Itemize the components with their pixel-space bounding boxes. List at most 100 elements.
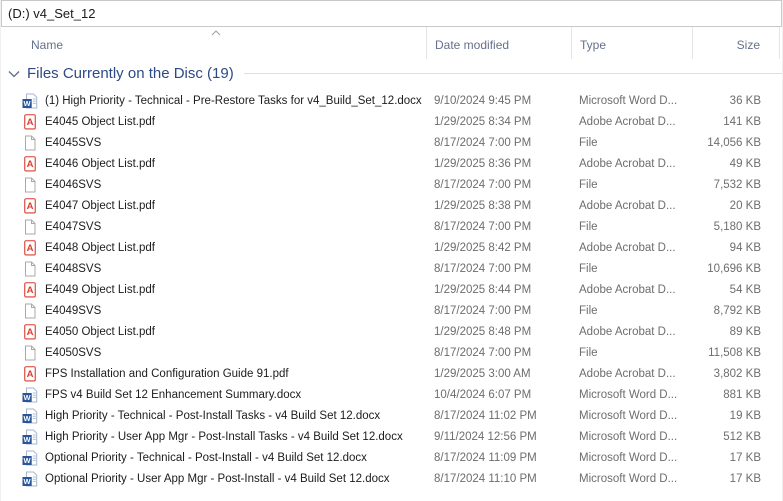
file-size: 17 KB bbox=[729, 451, 761, 464]
word-icon-letter: W bbox=[24, 414, 32, 423]
file-date-modified: 8/17/2024 11:09 PM bbox=[434, 451, 537, 464]
file-name-cell: W A Optional Priority - User App Mgr - P… bbox=[1, 471, 426, 487]
location-bar[interactable]: (D:) v4_Set_12 bbox=[1, 0, 782, 27]
file-row[interactable]: W A High Priority - Technical - Post-Ins… bbox=[1, 405, 782, 426]
file-row[interactable]: W A E4046SVS 8/17/2024 7:00 PM File 7,53… bbox=[1, 174, 782, 195]
file-type: Adobe Acrobat D... bbox=[579, 283, 676, 296]
word-icon-letter: W bbox=[24, 99, 32, 108]
file-size: 11,508 KB bbox=[708, 346, 761, 359]
column-header-size[interactable]: Size bbox=[692, 27, 780, 59]
file-name-cell: W A Optional Priority - Technical - Post… bbox=[1, 450, 426, 466]
file-date-modified: 10/4/2024 6:07 PM bbox=[434, 388, 532, 401]
acrobat-icon-letter: A bbox=[27, 117, 34, 128]
adobe-acrobat-icon: A bbox=[22, 281, 38, 298]
file-row[interactable]: W A E4049SVS 8/17/2024 7:00 PM File 8,79… bbox=[1, 300, 782, 321]
file-name: E4045 Object List.pdf bbox=[45, 115, 155, 128]
file-name-cell: W A E4046SVS bbox=[1, 177, 426, 193]
column-header-date-modified[interactable]: Date modified bbox=[426, 27, 571, 59]
acrobat-icon-letter: A bbox=[27, 327, 34, 338]
acrobat-icon-letter: A bbox=[27, 243, 34, 254]
file-size: 14,056 KB bbox=[707, 136, 761, 149]
file-row[interactable]: W A E4048 Object List.pdf 1/29/2025 8:42… bbox=[1, 237, 782, 258]
column-header-type[interactable]: Type bbox=[571, 27, 692, 59]
file-type: Adobe Acrobat D... bbox=[579, 157, 676, 170]
file-type: Adobe Acrobat D... bbox=[579, 367, 676, 380]
file-name-cell: W A E4048 Object List.pdf bbox=[1, 239, 426, 256]
file-size: 94 KB bbox=[729, 241, 761, 254]
file-type: Adobe Acrobat D... bbox=[579, 241, 676, 254]
file-name: High Priority - Technical - Post-Install… bbox=[45, 409, 381, 422]
file-date-modified: 1/29/2025 8:44 PM bbox=[434, 283, 532, 296]
chevron-down-icon[interactable] bbox=[8, 70, 20, 78]
sort-ascending-icon bbox=[211, 30, 221, 36]
file-date-modified: 1/29/2025 8:34 PM bbox=[434, 115, 532, 128]
column-header-type-label: Type bbox=[580, 38, 607, 52]
adobe-acrobat-icon: A bbox=[22, 365, 38, 382]
file-row[interactable]: W A E4047SVS 8/17/2024 7:00 PM File 5,18… bbox=[1, 216, 782, 237]
file-row[interactable]: W A Optional Priority - Technical - Post… bbox=[1, 447, 782, 468]
file-size: 141 KB bbox=[723, 115, 761, 128]
file-date-modified: 8/17/2024 7:00 PM bbox=[434, 304, 532, 317]
location-text: (D:) v4_Set_12 bbox=[8, 6, 96, 21]
word-icon-letter: W bbox=[24, 435, 32, 444]
word-document-icon: W bbox=[22, 93, 38, 109]
file-name-cell: W A E4049 Object List.pdf bbox=[1, 281, 426, 298]
adobe-acrobat-icon: A bbox=[22, 155, 38, 172]
file-row[interactable]: W A E4045SVS 8/17/2024 7:00 PM File 14,0… bbox=[1, 132, 782, 153]
file-type: File bbox=[579, 136, 598, 149]
file-name: FPS Installation and Configuration Guide… bbox=[45, 367, 289, 380]
file-name-cell: W A E4047SVS bbox=[1, 219, 426, 235]
file-name: E4049SVS bbox=[45, 304, 102, 317]
adobe-acrobat-icon: A bbox=[22, 323, 38, 340]
file-name: E4047 Object List.pdf bbox=[45, 199, 155, 212]
file-name-cell: W A E4045 Object List.pdf bbox=[1, 113, 426, 130]
file-row[interactable]: W A FPS Installation and Configuration G… bbox=[1, 363, 782, 384]
file-size: 20 KB bbox=[729, 199, 761, 212]
file-name-cell: W A E4046 Object List.pdf bbox=[1, 155, 426, 172]
file-type: File bbox=[579, 178, 598, 191]
file-date-modified: 9/11/2024 12:56 PM bbox=[434, 430, 537, 443]
column-header-row: Name Date modified Type Size bbox=[1, 27, 782, 59]
file-size: 881 KB bbox=[723, 388, 761, 401]
file-type: File bbox=[579, 220, 598, 233]
file-row[interactable]: W A E4049 Object List.pdf 1/29/2025 8:44… bbox=[1, 279, 782, 300]
file-type: Microsoft Word D... bbox=[579, 430, 678, 443]
file-name: E4046SVS bbox=[45, 178, 102, 191]
file-type: Microsoft Word D... bbox=[579, 388, 678, 401]
file-row[interactable]: W A E4047 Object List.pdf 1/29/2025 8:38… bbox=[1, 195, 782, 216]
file-date-modified: 9/10/2024 9:45 PM bbox=[434, 94, 532, 107]
file-size: 36 KB bbox=[729, 94, 761, 107]
file-date-modified: 8/17/2024 7:00 PM bbox=[434, 136, 532, 149]
file-name-cell: W A FPS v4 Build Set 12 Enhancement Summ… bbox=[1, 387, 426, 403]
file-type: Adobe Acrobat D... bbox=[579, 199, 676, 212]
file-row[interactable]: W A E4045 Object List.pdf 1/29/2025 8:34… bbox=[1, 111, 782, 132]
file-row[interactable]: W A (1) High Priority - Technical - Pre-… bbox=[1, 90, 782, 111]
file-row[interactable]: W A E4050 Object List.pdf 1/29/2025 8:48… bbox=[1, 321, 782, 342]
generic-file-icon bbox=[22, 135, 38, 151]
file-row[interactable]: W A High Priority - User App Mgr - Post-… bbox=[1, 426, 782, 447]
file-row[interactable]: W A Optional Priority - User App Mgr - P… bbox=[1, 468, 782, 489]
adobe-acrobat-icon: A bbox=[22, 239, 38, 256]
file-row[interactable]: W A E4046 Object List.pdf 1/29/2025 8:36… bbox=[1, 153, 782, 174]
file-row[interactable]: W A E4048SVS 8/17/2024 7:00 PM File 10,6… bbox=[1, 258, 782, 279]
acrobat-icon-letter: A bbox=[27, 369, 34, 380]
file-row[interactable]: W A FPS v4 Build Set 12 Enhancement Summ… bbox=[1, 384, 782, 405]
file-row[interactable]: W A E4050SVS 8/17/2024 7:00 PM File 11,5… bbox=[1, 342, 782, 363]
file-size: 512 KB bbox=[723, 430, 761, 443]
file-size: 5,180 KB bbox=[713, 220, 761, 233]
word-icon-letter: W bbox=[24, 477, 32, 486]
group-label: Files Currently on the Disc (19) bbox=[27, 64, 234, 82]
file-type: Microsoft Word D... bbox=[579, 94, 678, 107]
file-date-modified: 8/17/2024 7:00 PM bbox=[434, 262, 532, 275]
explorer-window: (D:) v4_Set_12 Name Date modified Type S… bbox=[0, 0, 783, 501]
word-document-icon: W bbox=[22, 450, 38, 466]
file-size: 17 KB bbox=[729, 472, 761, 485]
generic-file-icon bbox=[22, 177, 38, 193]
file-name: E4048SVS bbox=[45, 262, 102, 275]
file-date-modified: 8/17/2024 7:00 PM bbox=[434, 220, 532, 233]
file-type: Adobe Acrobat D... bbox=[579, 325, 676, 338]
file-type: Microsoft Word D... bbox=[579, 472, 678, 485]
file-type: File bbox=[579, 346, 598, 359]
group-header[interactable]: Files Currently on the Disc (19) bbox=[1, 59, 782, 87]
file-name: Optional Priority - User App Mgr - Post-… bbox=[45, 472, 390, 485]
